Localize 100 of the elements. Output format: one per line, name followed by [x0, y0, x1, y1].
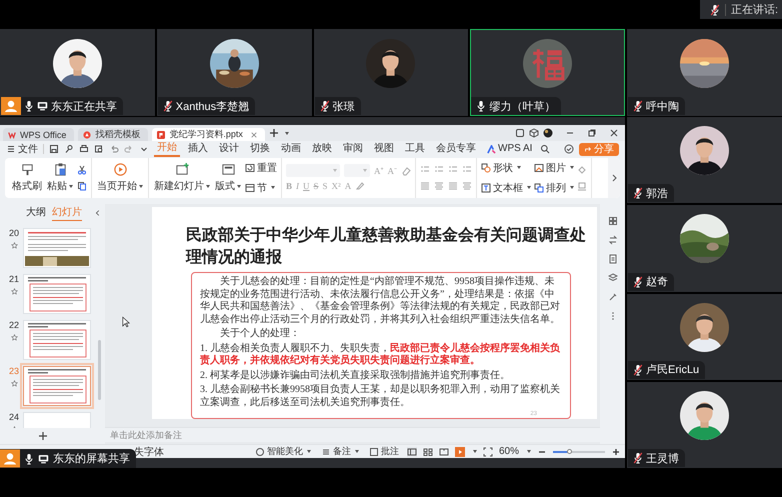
smart-beautify-button[interactable]: 智能美化 [252, 445, 313, 458]
missing-font-label[interactable]: 失字体 [134, 444, 164, 458]
tools-icon[interactable] [608, 292, 618, 302]
file-menu[interactable]: 文件 [6, 142, 38, 156]
caret-icon[interactable] [306, 450, 311, 453]
document-tab[interactable]: 党纪学习资料.pptx [152, 128, 266, 141]
font-name-field[interactable] [286, 164, 340, 178]
comments-button[interactable]: 批注 [366, 445, 401, 458]
ribbon-tab[interactable]: 会员专享 [433, 142, 479, 157]
cube-icon[interactable] [529, 128, 539, 138]
scissors-icon[interactable] [77, 164, 87, 175]
participant-name: 张璟 [332, 100, 355, 114]
close-icon[interactable] [251, 132, 258, 138]
slide-paragraph: 关于个人的处理： [219, 328, 301, 340]
fit-window-icon[interactable] [482, 446, 493, 456]
notes-field[interactable]: 单击此处添加备注 [105, 427, 600, 442]
ribbon-tab[interactable]: 视图 [371, 142, 397, 157]
caret-icon[interactable] [237, 185, 241, 188]
picture-button[interactable]: 图片 [534, 160, 574, 175]
add-slide-icon[interactable] [38, 431, 48, 441]
slide-number: 22 [9, 320, 20, 330]
cloud-sync-icon[interactable] [564, 144, 574, 154]
participant-name: 郭浩 [646, 186, 668, 201]
font-size-field[interactable] [344, 164, 370, 178]
document-tab[interactable]: WPS Office [3, 128, 74, 141]
ribbon-tab[interactable]: 工具 [402, 142, 428, 157]
grid-view-icon[interactable] [422, 446, 433, 456]
layout-button[interactable]: 版式 [214, 162, 242, 194]
screen-share-title: 东东的屏幕共享 [53, 452, 130, 466]
new-slide-icon [174, 162, 190, 178]
document-icon[interactable] [608, 254, 618, 264]
print-icon[interactable] [79, 144, 89, 154]
participant-name: Xanthus李楚翘 [176, 100, 250, 114]
shape-button[interactable]: 形状 [481, 160, 531, 175]
scrollbar[interactable] [98, 340, 101, 400]
participant-name: 东东正在共享 [51, 100, 117, 114]
slide-number: 23 [9, 366, 20, 376]
star-icon[interactable] [10, 334, 18, 341]
ribbon-tab[interactable]: 审阅 [340, 142, 366, 157]
notes-button[interactable]: 备注 [318, 445, 361, 458]
template-icon [83, 130, 92, 138]
ribbon-tab[interactable]: 放映 [309, 142, 335, 157]
user-avatar-icon[interactable] [543, 128, 553, 138]
arrange-button[interactable]: 排列 [534, 180, 574, 195]
star-icon[interactable] [10, 242, 18, 249]
window-icon[interactable] [515, 128, 525, 138]
caret-icon[interactable] [527, 186, 531, 190]
grid-icon[interactable] [608, 216, 618, 226]
caret-icon[interactable] [570, 186, 574, 190]
zoom-in-icon[interactable] [611, 446, 621, 456]
caret-icon[interactable] [271, 186, 275, 190]
plus-icon[interactable] [269, 128, 280, 138]
swap-icon[interactable] [608, 235, 618, 245]
zoom-level[interactable]: 60% [498, 446, 519, 457]
caret-icon[interactable] [517, 166, 521, 170]
ribbon-tab[interactable]: 动画 [278, 142, 304, 157]
document-tab[interactable]: 找稻壳模板 [78, 128, 148, 141]
reset-button[interactable]: 重置 [245, 160, 277, 175]
star-icon[interactable] [10, 380, 18, 387]
caret-icon[interactable] [354, 450, 359, 453]
image-icon [534, 162, 544, 173]
share-icon [584, 145, 592, 154]
restore-icon[interactable] [587, 128, 597, 138]
format-painter-button[interactable]: 格式刷 [11, 162, 43, 194]
ribbon-tab[interactable]: 切换 [247, 142, 273, 157]
undo-icon[interactable] [109, 144, 119, 154]
section-button[interactable]: 节 [245, 180, 277, 195]
participant-name: 呼中陶 [646, 100, 680, 114]
lines-icon [320, 446, 331, 456]
ribbon-tab[interactable]: 设计 [216, 142, 242, 157]
caret-icon[interactable] [139, 185, 143, 188]
caret-icon[interactable] [472, 450, 477, 453]
caret-icon[interactable] [570, 166, 574, 170]
reading-view-icon[interactable] [438, 446, 449, 456]
caret-icon[interactable] [206, 185, 210, 188]
ribbon-tab[interactable]: 插入 [185, 142, 211, 157]
star-icon[interactable] [10, 288, 18, 295]
slide-paragraph: 1. 儿慈会相关负责人履职不力、失职失责，民政部已责令儿慈会按程序罢免相关负责人职务，并依规依纪对有关党员失职失责问题进行立案审查。 [200, 342, 561, 368]
ribbon-tab[interactable]: WPS AI [484, 142, 536, 157]
normal-view-icon[interactable] [406, 446, 417, 456]
layers-icon[interactable] [608, 273, 618, 283]
print-preview-icon[interactable] [94, 144, 104, 154]
caret-icon[interactable] [527, 450, 531, 453]
section-icon [245, 182, 255, 193]
close-icon[interactable] [609, 128, 619, 138]
text-box-button[interactable]: 文本框 [481, 180, 531, 195]
new-slide-button[interactable]: 新建幻灯片 [153, 162, 211, 194]
collapse-icon[interactable] [94, 208, 102, 218]
slide-thumbnail[interactable] [23, 366, 91, 406]
paste-button[interactable]: 粘贴 [46, 162, 74, 194]
slide-number: 21 [9, 274, 20, 284]
copy-icon[interactable] [77, 180, 87, 191]
search-icon[interactable] [540, 144, 550, 154]
save-icon[interactable] [49, 144, 59, 154]
play-icon[interactable] [454, 446, 465, 456]
key-icon[interactable] [64, 144, 74, 154]
caret-icon[interactable] [69, 185, 73, 188]
caret-icon[interactable] [285, 132, 290, 134]
panel-tab[interactable]: 大纲 [26, 205, 46, 221]
play-from-current-button[interactable]: 当页开始 [96, 162, 144, 194]
